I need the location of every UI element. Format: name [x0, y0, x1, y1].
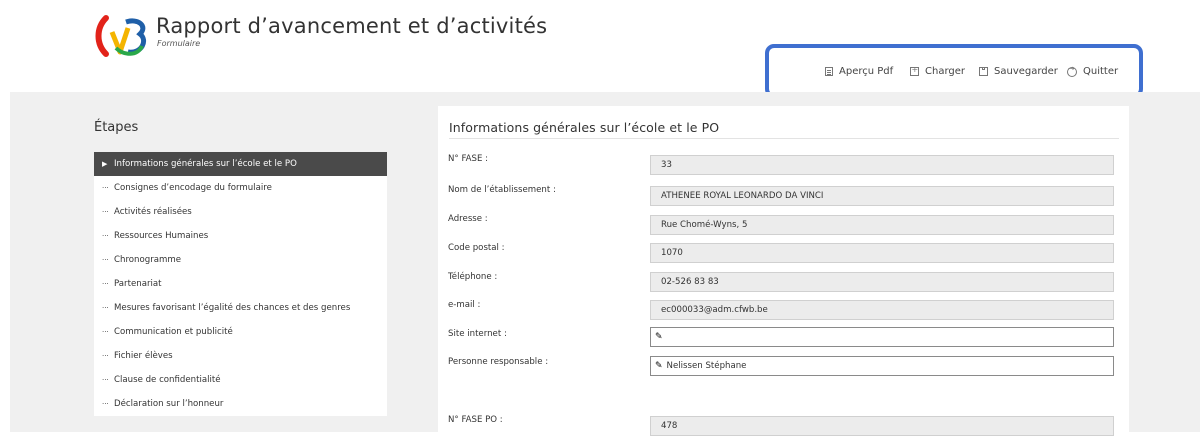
- step-label: Informations générales sur l’école et le…: [114, 159, 297, 169]
- step-dots-icon: ···: [102, 280, 109, 288]
- responsible-person-label: Personne responsable :: [448, 357, 549, 367]
- step-label: Fichier élèves: [114, 351, 173, 361]
- step-item-equal-opportunities[interactable]: ··· Mesures favorisant l’égalité des chan…: [94, 296, 387, 320]
- app-title: Rapport d’avancement et d’activités: [156, 14, 548, 38]
- step-label: Clause de confidentialité: [114, 375, 221, 385]
- pdf-preview-icon: [825, 67, 833, 76]
- fase-po-field: 478: [650, 416, 1114, 436]
- step-label: Activités réalisées: [114, 207, 192, 217]
- fase-label: N° FASE :: [448, 154, 489, 164]
- fase-field: 33: [650, 155, 1114, 175]
- quit-button[interactable]: Quitter: [1067, 64, 1119, 77]
- step-label: Consignes d’encodage du formulaire: [114, 183, 272, 193]
- app-header: Rapport d’avancement et d’activités Form…: [0, 0, 1200, 98]
- step-dots-icon: ···: [102, 376, 109, 384]
- establishment-name-label: Nom de l’établissement :: [448, 185, 556, 195]
- step-item-timeline[interactable]: ··· Chronogramme: [94, 248, 387, 272]
- postal-code-field: 1070: [650, 243, 1114, 263]
- step-label: Ressources Humaines: [114, 231, 209, 241]
- step-label: Mesures favorisant l’égalité des chances…: [114, 303, 351, 313]
- step-item-human-resources[interactable]: ··· Ressources Humaines: [94, 224, 387, 248]
- step-item-encoding-instructions[interactable]: ··· Consignes d’encodage du formulaire: [94, 176, 387, 200]
- address-field: Rue Chomé-Wyns, 5: [650, 215, 1114, 235]
- pdf-preview-label: Aperçu Pdf: [839, 66, 894, 77]
- load-label: Charger: [925, 66, 965, 77]
- website-input[interactable]: ✎: [650, 327, 1114, 347]
- save-button[interactable]: Sauvegarder: [979, 66, 1058, 77]
- email-field: ec000033@adm.cfwb.be: [650, 300, 1114, 320]
- step-item-communication[interactable]: ··· Communication et publicité: [94, 320, 387, 344]
- title-divider: [449, 138, 1119, 139]
- steps-title: Étapes: [94, 120, 139, 135]
- save-label: Sauvegarder: [994, 66, 1058, 77]
- app-subtitle: Formulaire: [157, 39, 201, 48]
- step-dots-icon: ···: [102, 184, 109, 192]
- website-label: Site internet :: [448, 329, 507, 339]
- step-dots-icon: ···: [102, 208, 109, 216]
- step-dots-icon: ···: [102, 256, 109, 264]
- address-label: Adresse :: [448, 214, 488, 224]
- step-item-general-info[interactable]: ▶ Informations générales sur l’école et l…: [94, 152, 387, 176]
- brand-logo: [95, 15, 146, 57]
- fase-po-label: N° FASE PO :: [448, 415, 503, 425]
- form-title: Informations générales sur l’école et le…: [449, 120, 720, 135]
- load-button[interactable]: Charger: [910, 65, 965, 77]
- step-label: Chronogramme: [114, 255, 182, 265]
- steps-list: ▶ Informations générales sur l’école et l…: [94, 152, 387, 416]
- step-item-confidentiality[interactable]: ··· Clause de confidentialité: [94, 368, 387, 392]
- step-item-honor-declaration[interactable]: ··· Déclaration sur l’honneur: [94, 392, 387, 416]
- step-label: Partenariat: [114, 279, 162, 289]
- responsible-person-value: Nelissen Stéphane: [666, 361, 747, 371]
- establishment-name-field: ATHENEE ROYAL LEONARDO DA VINCI: [650, 186, 1114, 206]
- postal-code-label: Code postal :: [448, 243, 505, 253]
- step-item-student-file[interactable]: ··· Fichier élèves: [94, 344, 387, 368]
- responsible-person-input[interactable]: ✎ Nelissen Stéphane: [650, 356, 1114, 376]
- step-dots-icon: ···: [102, 304, 109, 312]
- phone-field: 02-526 83 83: [650, 272, 1114, 292]
- step-item-activities[interactable]: ··· Activités réalisées: [94, 200, 387, 224]
- exit-icon: [1067, 64, 1077, 77]
- pencil-icon: ✎: [655, 332, 663, 342]
- pdf-preview-button[interactable]: Aperçu Pdf: [825, 66, 893, 77]
- email-label: e-mail :: [448, 300, 481, 310]
- step-label: Déclaration sur l’honneur: [114, 399, 224, 409]
- form-panel: Informations générales sur l’école et le…: [438, 106, 1129, 436]
- phone-label: Téléphone :: [448, 272, 498, 282]
- pencil-icon: ✎: [655, 361, 663, 371]
- toolbar: Aperçu Pdf Charger Sauvegarder Quitter: [765, 44, 1143, 98]
- step-dots-icon: ···: [102, 328, 109, 336]
- save-icon: [979, 67, 988, 76]
- upload-icon: [910, 65, 919, 76]
- step-dots-icon: ···: [102, 352, 109, 360]
- step-dots-icon: ···: [102, 400, 109, 408]
- quit-label: Quitter: [1083, 66, 1119, 77]
- step-label: Communication et publicité: [114, 327, 233, 337]
- active-step-icon: ▶: [102, 160, 108, 168]
- step-dots-icon: ···: [102, 232, 109, 240]
- step-item-partnership[interactable]: ··· Partenariat: [94, 272, 387, 296]
